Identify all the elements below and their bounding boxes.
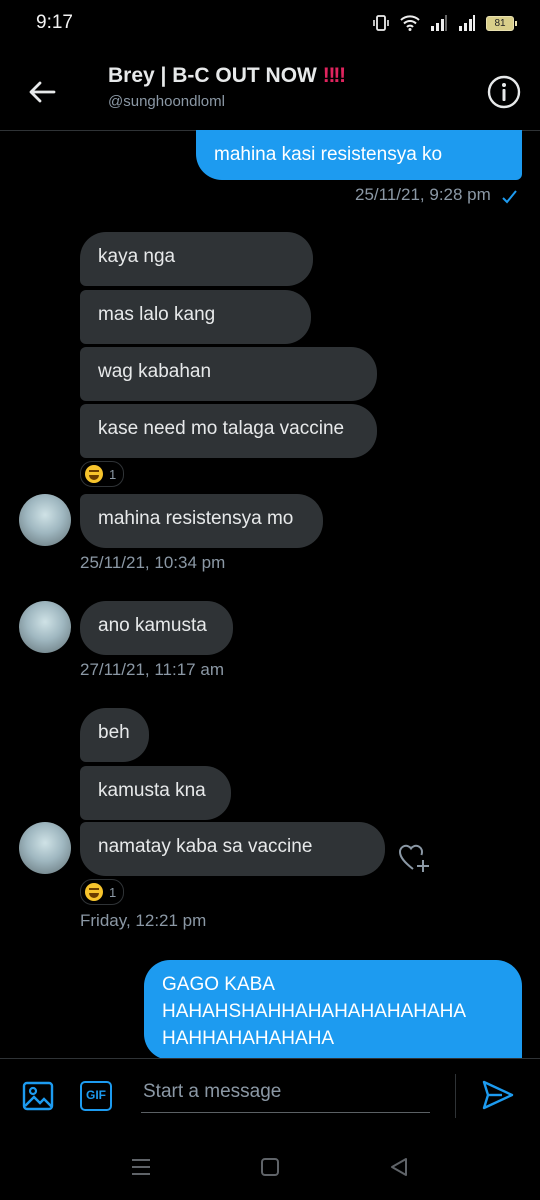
composer-divider: [455, 1074, 456, 1118]
reaction-count: 1: [109, 884, 117, 900]
laughing-emoji-icon: [85, 883, 103, 901]
conversation-header: Brey | B-C OUT NOW ‼‼ @sunghoondloml: [0, 50, 540, 131]
check-icon: [502, 190, 517, 204]
message-text: wag kabahan: [98, 361, 212, 382]
message-text: namatay kaba sa vaccine: [98, 836, 313, 857]
message-text: kamusta kna: [98, 780, 206, 801]
incoming-message[interactable]: namatay kaba sa vaccine: [80, 822, 385, 876]
message-input[interactable]: [141, 1074, 434, 1110]
message-timestamp: 25/11/21, 10:34 pm: [80, 553, 226, 572]
vibrate-icon: [373, 15, 389, 31]
signal-icon-2: [459, 15, 475, 31]
laughing-emoji-icon: [85, 465, 103, 483]
incoming-message[interactable]: beh: [80, 708, 149, 762]
battery-indicator: 81: [486, 15, 517, 31]
gif-label: GIF: [86, 1088, 106, 1102]
incoming-message[interactable]: wag kabahan: [80, 347, 377, 401]
heart-plus-icon[interactable]: [398, 842, 432, 874]
home-icon[interactable]: [260, 1157, 280, 1177]
incoming-message[interactable]: ano kamusta: [80, 601, 233, 655]
avatar[interactable]: [19, 822, 71, 874]
back-arrow-icon[interactable]: [24, 74, 60, 110]
reaction-badge[interactable]: 1: [80, 461, 125, 487]
info-icon[interactable]: [486, 74, 522, 110]
message-text: kase need mo talaga vaccine: [98, 418, 345, 439]
message-text: ano kamusta: [98, 615, 207, 636]
incoming-message[interactable]: kase need mo talaga vaccine: [80, 404, 377, 458]
gif-button[interactable]: GIF: [80, 1081, 112, 1111]
message-timestamp: 25/11/21, 9:28 pm: [355, 185, 491, 204]
message-text-line: HAHAHSHAHHAHAHAHAHAHAHA: [162, 1001, 467, 1022]
title-text: Brey | B-C OUT NOW: [108, 64, 317, 87]
status-icons: 81: [372, 14, 517, 32]
wifi-icon: [400, 15, 420, 31]
back-triangle-icon[interactable]: [389, 1157, 409, 1177]
system-nav-bar: [0, 1138, 540, 1200]
reaction-badge[interactable]: 1: [80, 879, 125, 905]
incoming-message[interactable]: kamusta kna: [80, 766, 231, 820]
incoming-message[interactable]: mahina resistensya mo: [80, 494, 323, 548]
status-bar: 9:17 81: [0, 0, 540, 50]
message-text: mahina resistensya mo: [98, 508, 294, 529]
title-emoji: ‼‼: [322, 64, 346, 87]
outgoing-message[interactable]: GAGO KABA HAHAHSHAHHAHAHAHAHAHAHA HAHHAH…: [144, 960, 522, 1060]
message-text: kaya nga: [98, 246, 176, 267]
avatar[interactable]: [19, 601, 71, 653]
message-timestamp: Friday, 12:21 pm: [80, 911, 207, 930]
message-timestamp: 27/11/21, 11:17 am: [80, 660, 224, 679]
message-text-line: GAGO KABA: [162, 974, 275, 995]
menu-icon[interactable]: [131, 1158, 151, 1176]
signal-icon: [431, 15, 447, 31]
incoming-message[interactable]: mas lalo kang: [80, 290, 311, 344]
conversation-title[interactable]: Brey | B-C OUT NOW ‼‼: [108, 64, 346, 88]
message-text: mahina kasi resistensya ko: [214, 144, 443, 165]
avatar[interactable]: [19, 494, 71, 546]
incoming-message[interactable]: kaya nga: [80, 232, 313, 286]
image-icon[interactable]: [22, 1080, 54, 1112]
status-time: 9:17: [36, 12, 73, 33]
input-underline: [141, 1112, 430, 1113]
reaction-count: 1: [109, 466, 117, 482]
message-text: beh: [98, 722, 130, 743]
message-text-line: HAHHAHAHAHAHA: [162, 1028, 335, 1049]
outgoing-message[interactable]: mahina kasi resistensya ko: [196, 130, 522, 180]
message-text: mas lalo kang: [98, 304, 216, 325]
conversation-handle[interactable]: @sunghoondloml: [108, 93, 225, 110]
send-icon[interactable]: [481, 1078, 515, 1112]
